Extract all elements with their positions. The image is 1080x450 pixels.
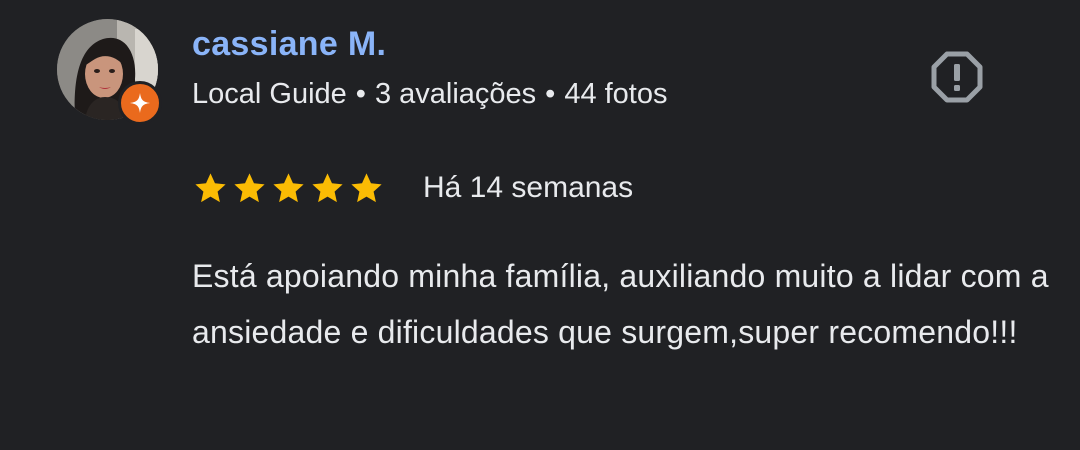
local-guide-label: Local Guide	[192, 78, 347, 110]
star-icon	[273, 172, 304, 202]
star-rating	[192, 170, 385, 207]
meta-separator: •	[355, 78, 366, 110]
star-icon	[312, 172, 343, 202]
report-flag-icon	[931, 51, 983, 103]
review-date: Há 14 semanas	[423, 171, 634, 204]
star-icon	[234, 172, 265, 202]
meta-separator: •	[545, 78, 556, 110]
reviewer-meta: Local Guide • 3 avaliações • 44 fotos	[192, 78, 668, 111]
report-review-button[interactable]	[928, 48, 986, 106]
rating-row: Há 14 semanas	[192, 166, 633, 210]
review-count: 3 avaliações	[374, 78, 537, 110]
review-card: cassiane M. Local Guide • 3 avaliações • 44 …	[0, 0, 1080, 450]
reviewer-avatar-container[interactable]	[57, 19, 162, 125]
local-guide-badge	[118, 81, 162, 125]
star-icon	[351, 172, 382, 202]
review-text: Está apoiando minha família, auxiliando …	[192, 258, 1049, 350]
reviewer-name[interactable]: cassiane M.	[192, 25, 386, 64]
star-icon	[195, 172, 226, 202]
local-guide-star-icon	[130, 93, 150, 113]
photo-count: 44 fotos	[564, 78, 668, 110]
